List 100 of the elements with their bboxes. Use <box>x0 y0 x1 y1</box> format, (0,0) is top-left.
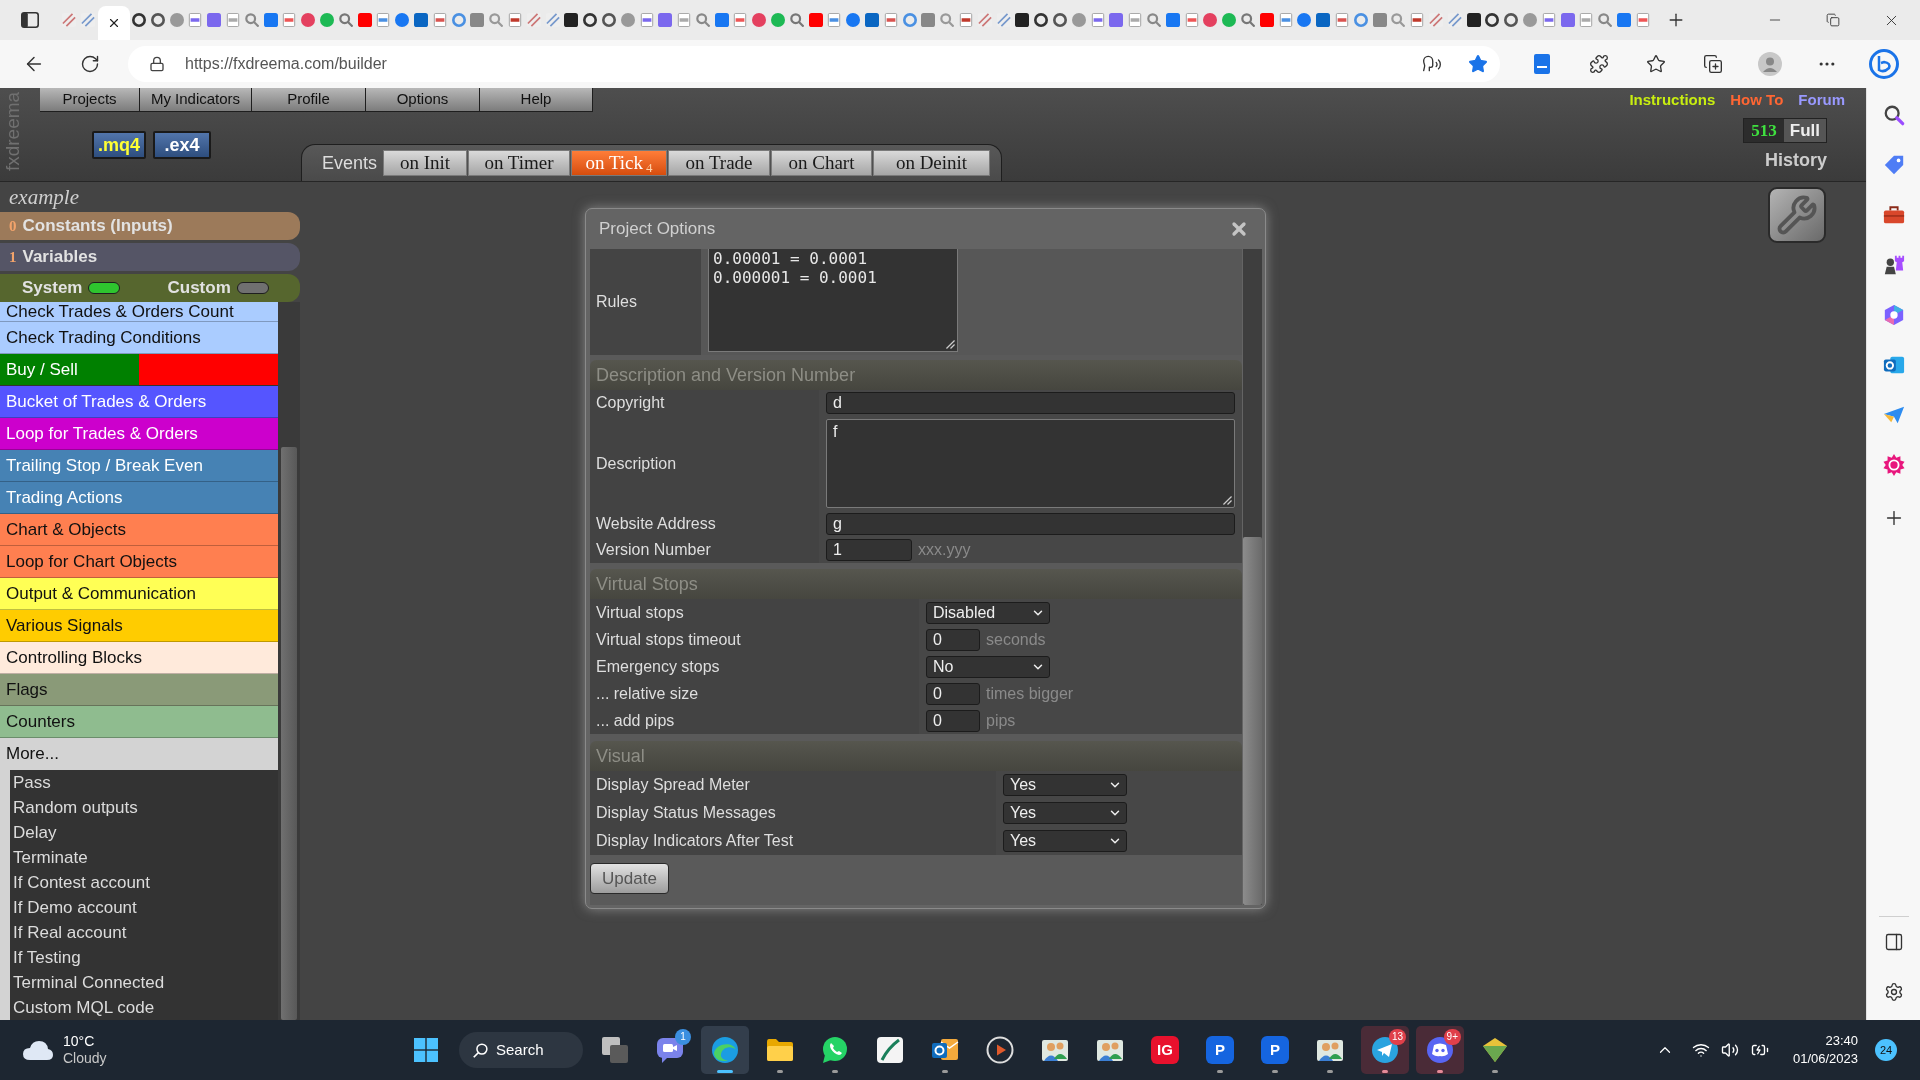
chess-pieces-icon[interactable] <box>1882 254 1905 276</box>
event-tab[interactable]: on Init <box>383 150 467 176</box>
block-item[interactable]: If Testing <box>13 945 278 970</box>
wifi-icon[interactable] <box>1691 1041 1710 1059</box>
favicon-icon[interactable] <box>1053 13 1068 27</box>
windows-logo-icon[interactable] <box>414 1038 438 1062</box>
block-category[interactable]: Loop for Chart Objects <box>0 546 278 578</box>
phone-bubble-icon[interactable] <box>821 1036 849 1064</box>
menu-button[interactable]: Help <box>480 88 593 112</box>
scrollbar-thumb[interactable] <box>281 447 297 1020</box>
scrollbar[interactable] <box>278 302 300 1020</box>
block-category[interactable]: Output & Communication <box>0 578 278 610</box>
swirl-logo-icon[interactable] <box>1868 49 1899 79</box>
hexagon-icon[interactable] <box>1882 304 1905 326</box>
block-item[interactable]: Custom MQL code <box>13 995 278 1020</box>
export-button[interactable]: .mq4 <box>92 131 146 159</box>
block-category[interactable]: Trailing Stop / Break Even <box>0 450 278 482</box>
clock-time[interactable]: 23:40 <box>1825 1032 1858 1050</box>
favicon-icon[interactable] <box>1485 13 1500 27</box>
swirl-circle-icon[interactable] <box>711 1036 739 1064</box>
reload-icon[interactable] <box>80 54 100 74</box>
star-icon[interactable] <box>1645 54 1666 74</box>
url-text[interactable]: https://fxdreema.com/builder <box>185 52 387 76</box>
mail-tile-icon[interactable] <box>1882 354 1905 376</box>
search-icon[interactable] <box>473 1042 488 1058</box>
weather-temperature[interactable]: 10°C <box>63 1033 107 1050</box>
update-button[interactable]: Update <box>590 863 669 894</box>
app-logo[interactable]: P <box>1206 1036 1234 1064</box>
resize-handle-icon[interactable] <box>946 340 955 349</box>
scrollbar-thumb[interactable] <box>1243 537 1262 905</box>
address-bar[interactable]: https://fxdreema.com/builder <box>128 46 1500 82</box>
block-category[interactable]: Check Trading Conditions <box>0 322 278 354</box>
favicon-icon[interactable] <box>1015 13 1030 27</box>
cloud-icon[interactable] <box>22 1039 54 1061</box>
lock-icon[interactable] <box>149 56 165 72</box>
sidebar-panel-icon[interactable] <box>1883 932 1904 952</box>
block-category[interactable]: Chart & Objects <box>0 514 278 546</box>
history-link[interactable]: History <box>1765 149 1827 171</box>
text-field[interactable]: 0 <box>926 628 980 651</box>
panel-header[interactable]: 1 Variables <box>0 243 300 271</box>
text-field[interactable]: 0 <box>926 682 980 705</box>
block-item[interactable]: If Contest account <box>13 870 278 895</box>
slash-tile-icon[interactable] <box>876 1036 904 1064</box>
dropdown[interactable]: Yes <box>1003 802 1127 824</box>
text-field[interactable]: 0 <box>926 709 980 732</box>
block-item[interactable]: Pass <box>13 770 278 795</box>
settings-button[interactable] <box>1768 187 1826 243</box>
dropdown[interactable]: No <box>926 655 1050 678</box>
search-icon[interactable] <box>1882 104 1905 126</box>
tab-actions-icon[interactable] <box>21 12 39 28</box>
puzzle-icon[interactable] <box>1588 54 1609 74</box>
tag-icon[interactable] <box>1882 154 1905 176</box>
dropdown[interactable]: Yes <box>1003 830 1127 852</box>
speech-icon[interactable] <box>1422 54 1442 74</box>
block-category[interactable]: Controlling Blocks <box>0 642 278 674</box>
menu-button[interactable]: Profile <box>252 88 366 112</box>
favicon-icon[interactable] <box>150 13 165 27</box>
block-category[interactable]: Bucket of Trades & Orders <box>0 386 278 418</box>
star-icon[interactable] <box>1468 54 1488 74</box>
search-box[interactable]: Search <box>459 1032 583 1068</box>
block-category[interactable]: Buy / Sell <box>0 354 139 385</box>
menu-button[interactable]: Options <box>366 88 480 112</box>
folder-icon[interactable] <box>766 1036 794 1064</box>
block-category[interactable]: Counters <box>0 706 278 738</box>
block-item[interactable]: Terminal Connected <box>13 970 278 995</box>
header-link[interactable]: Instructions <box>1629 88 1716 112</box>
event-tab[interactable]: on Timer <box>468 150 570 176</box>
favicon-icon[interactable] <box>601 13 616 27</box>
favicon-icon[interactable] <box>1504 13 1519 27</box>
block-item[interactable]: Delay <box>13 820 278 845</box>
menu-button[interactable]: My Indicators <box>140 88 252 112</box>
avatar-icon[interactable] <box>1757 52 1782 76</box>
block-item[interactable]: If Real account <box>13 920 278 945</box>
settings-icon[interactable] <box>1883 982 1904 1002</box>
toggle-switch[interactable] <box>88 282 121 294</box>
stacked-squares-icon[interactable] <box>1702 54 1723 74</box>
export-button[interactable]: .ex4 <box>153 131 211 159</box>
favicon-icon[interactable] <box>583 13 598 27</box>
text-field[interactable]: d <box>826 392 1235 414</box>
resize-handle-icon[interactable] <box>1223 496 1232 505</box>
wrench-icon[interactable] <box>1776 194 1818 236</box>
event-tab[interactable]: on Trade <box>668 150 770 176</box>
text-field[interactable]: g <box>826 513 1235 535</box>
clock-date[interactable]: 01/06/2023 <box>1792 1050 1858 1068</box>
block-category[interactable]: Loop for Trades & Orders <box>0 418 278 450</box>
block-category[interactable]: Flags <box>0 674 278 706</box>
gem-icon[interactable] <box>1481 1036 1509 1064</box>
favicon-icon[interactable] <box>1034 13 1049 27</box>
block-category[interactable]: Various Signals <box>0 610 278 642</box>
scrollbar[interactable] <box>1243 249 1262 905</box>
dropdown[interactable]: Yes <box>1003 774 1127 796</box>
taskbar-button[interactable]: 9+ <box>1416 1026 1464 1074</box>
toolbox-icon[interactable] <box>1882 204 1905 226</box>
block-item[interactable]: Terminate <box>13 845 278 870</box>
speaker-icon[interactable] <box>1720 1041 1739 1059</box>
taskbar-button[interactable] <box>701 1026 749 1074</box>
overlapping-squares-icon[interactable] <box>601 1036 629 1064</box>
menu-button[interactable]: Projects <box>40 88 140 112</box>
event-tab[interactable]: on Deinit <box>873 150 990 176</box>
favicon-icon[interactable] <box>132 13 146 27</box>
